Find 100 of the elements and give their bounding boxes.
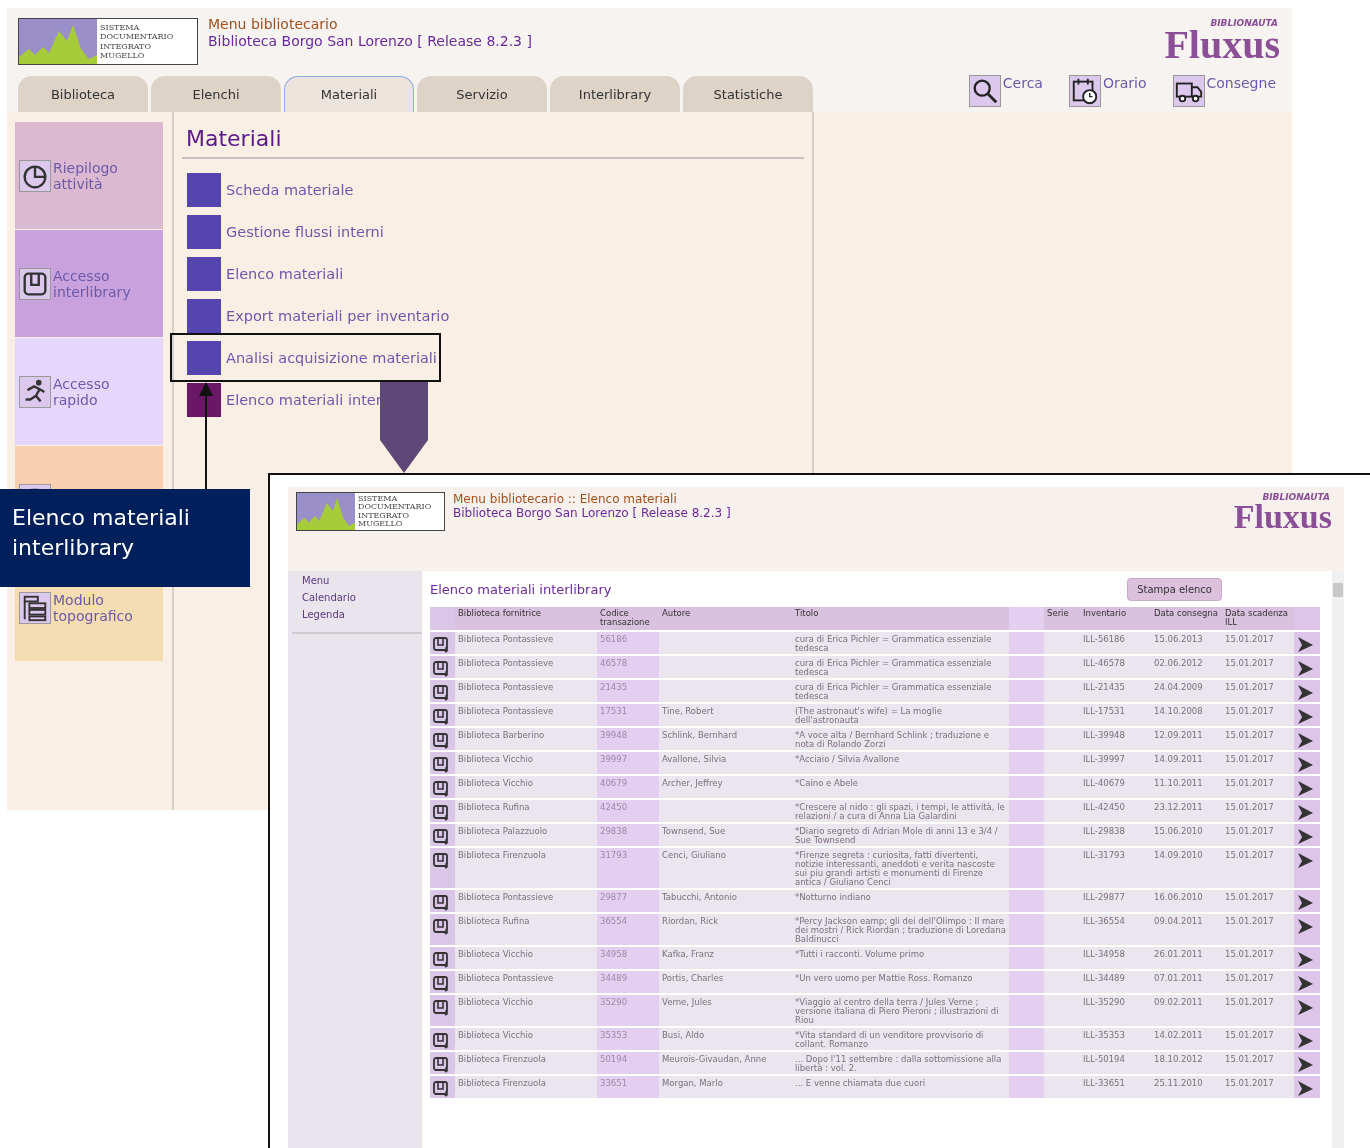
table-cell: 25.11.2010 <box>1151 1075 1222 1099</box>
table-cell: *Un vero uomo per Mattie Ross. Romanzo <box>792 970 1009 994</box>
table-cell: 15.01.2017 <box>1222 970 1294 994</box>
table-cell: ILL-29877 <box>1080 889 1151 913</box>
table-cell: 14.09.2010 <box>1151 847 1222 889</box>
table-cell: ILL-46578 <box>1080 655 1151 679</box>
table-cell: 15.01.2017 <box>1222 775 1294 799</box>
table-cell: 29877 <box>597 889 659 913</box>
table-cell: ILL-35290 <box>1080 994 1151 1027</box>
table-cell: 23.12.2011 <box>1151 799 1222 823</box>
table-cell: ILL-39997 <box>1080 751 1151 775</box>
table-cell: 35353 <box>597 1027 659 1051</box>
table-cell: Biblioteca Pontassieve <box>455 970 597 994</box>
table-cell: Biblioteca Firenzuola <box>455 1051 597 1075</box>
table-cell: 34958 <box>597 946 659 970</box>
table-cell: 40679 <box>597 775 659 799</box>
table-cell: Biblioteca Vicchio <box>455 994 597 1027</box>
table-cell: *Caino e Abele <box>792 775 1009 799</box>
table-cell: *Acciaio / Silvia Avallone <box>792 751 1009 775</box>
table-cell: *Diario segreto di Adrian Mole di anni 13 e 3/4 / Sue Townsend <box>792 823 1009 847</box>
table-cell: Meurois-Givaudan, Anne <box>659 1051 792 1075</box>
column-header: Autore <box>659 607 792 631</box>
callout-tooltip: Elenco materiali interlibrary <box>0 489 250 587</box>
table-cell: Archer, Jeffrey <box>659 775 792 799</box>
table-cell: Kafka, Franz <box>659 946 792 970</box>
table-cell: Cenci, Giuliano <box>659 847 792 889</box>
table-cell: 15.01.2017 <box>1222 679 1294 703</box>
table-cell: 11.10.2011 <box>1151 775 1222 799</box>
table-cell: 15.06.2010 <box>1151 823 1222 847</box>
table-cell: 18.10.2012 <box>1151 1051 1222 1075</box>
table-cell: 15.01.2017 <box>1222 1051 1294 1075</box>
column-header: Serie <box>1044 607 1080 631</box>
table-cell: Biblioteca Pontassieve <box>455 655 597 679</box>
table-cell: 15.01.2017 <box>1222 994 1294 1027</box>
table-cell: 56186 <box>597 631 659 655</box>
table-cell: Biblioteca Rufina <box>455 799 597 823</box>
table-cell: 15.01.2017 <box>1222 823 1294 847</box>
table-cell: Schlink, Bernhard <box>659 727 792 751</box>
table-cell: 12.09.2011 <box>1151 727 1222 751</box>
section-title: Materiali <box>182 120 804 159</box>
table-cell: ILL-56186 <box>1080 631 1151 655</box>
table-cell: 29838 <box>597 823 659 847</box>
table-cell: Busi, Aldo <box>659 1027 792 1051</box>
table-cell: ILL-21435 <box>1080 679 1151 703</box>
table-cell: Biblioteca Vicchio <box>455 1027 597 1051</box>
table-cell: 35290 <box>597 994 659 1027</box>
table-cell: Avallone, Silvia <box>659 751 792 775</box>
table-cell: Riordan, Rick <box>659 913 792 946</box>
table-cell: *Firenze segreta : curiosita, fatti divertenti, notizie interessanti, aneddoti e verita nascoste sui piu grandi artisti e monumenti di Firenze antica / Giuliano Cenci <box>792 847 1009 889</box>
table-cell: 24.04.2009 <box>1151 679 1222 703</box>
table-cell: Biblioteca Pontassieve <box>455 679 597 703</box>
table-cell: ILL-17531 <box>1080 703 1151 727</box>
table-cell: 31793 <box>597 847 659 889</box>
table-cell: Biblioteca Pontassieve <box>455 703 597 727</box>
table-cell: Townsend, Sue <box>659 823 792 847</box>
table-cell: 02.06.2012 <box>1151 655 1222 679</box>
column-header: Data consegna <box>1151 607 1222 631</box>
table-cell: 14.09.2011 <box>1151 751 1222 775</box>
table-cell: *Viaggio al centro della terra / Jules Verne ; versione italiana di Piero Pieroni ; illustrazioni di Riou <box>792 994 1009 1027</box>
table-cell: Biblioteca Firenzuola <box>455 847 597 889</box>
table-cell: *Vita standard di un venditore provvisorio di collant. Romanzo <box>792 1027 1009 1051</box>
context-title: Menu bibliotecario <box>208 16 339 33</box>
table-cell: 17531 <box>597 703 659 727</box>
table-cell: 09.04.2011 <box>1151 913 1222 946</box>
table-cell: 09.02.2011 <box>1151 994 1222 1027</box>
library-title: Biblioteca Borgo San Lorenzo [ Release 8.2.3 ] <box>208 33 532 50</box>
column-header: Codice transazione <box>597 607 659 631</box>
table-cell: 14.02.2011 <box>1151 1027 1222 1051</box>
table-cell: 16.06.2010 <box>1151 889 1222 913</box>
table-cell: Biblioteca Pontassieve <box>455 889 597 913</box>
table-cell: Biblioteca Firenzuola <box>455 1075 597 1099</box>
table-cell: ILL-33651 <box>1080 1075 1151 1099</box>
table-cell: 14.10.2008 <box>1151 703 1222 727</box>
table-cell: 15.01.2017 <box>1222 913 1294 946</box>
table-cell: 15.01.2017 <box>1222 1075 1294 1099</box>
table-cell: Tine, Robert <box>659 703 792 727</box>
table-cell: Biblioteca Vicchio <box>455 751 597 775</box>
table-cell: Tabucchi, Antonio <box>659 889 792 913</box>
column-header: Biblioteca fornitrice <box>455 607 597 631</box>
table-cell: 33651 <box>597 1075 659 1099</box>
column-header: Titolo <box>792 607 1009 631</box>
table-cell: Biblioteca Palazzuolo <box>455 823 597 847</box>
brand-tagline: BIBLIONAUTA <box>1262 492 1330 502</box>
table-cell: (The astronaut's wife) = La moglie dell'astronauta <box>792 703 1009 727</box>
table-cell: ILL-36554 <box>1080 913 1151 946</box>
table-cell: 15.01.2017 <box>1222 631 1294 655</box>
table-cell: Biblioteca Barberino <box>455 727 597 751</box>
table-cell: 21435 <box>597 679 659 703</box>
table-cell: 15.06.2013 <box>1151 631 1222 655</box>
brand-tagline: BIBLIONAUTA <box>1210 18 1278 28</box>
table-cell: ILL-39948 <box>1080 727 1151 751</box>
table-cell: 15.01.2017 <box>1222 847 1294 889</box>
table-cell: 15.01.2017 <box>1222 655 1294 679</box>
table-cell: Biblioteca Rufina <box>455 913 597 946</box>
table-cell: *A voce alta / Bernhard Schlink ; traduzione e nota di Rolando Zorzi <box>792 727 1009 751</box>
table-cell: 15.01.2017 <box>1222 703 1294 727</box>
table-cell: *Tutti i racconti. Volume primo <box>792 946 1009 970</box>
table-cell: Portis, Charles <box>659 970 792 994</box>
table-cell: *Crescere al nido : gli spazi, i tempi, le attività, le relazioni / a cura di Anna Lia Galardini <box>792 799 1009 823</box>
list-title: Elenco materiali interlibrary <box>430 581 612 597</box>
